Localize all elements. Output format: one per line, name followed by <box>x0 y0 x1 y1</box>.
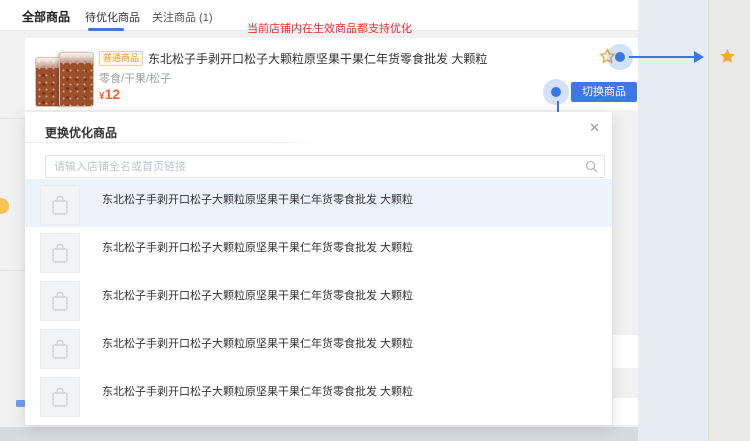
star-outline-icon[interactable] <box>599 48 616 70</box>
background-card-edge <box>613 335 638 368</box>
change-product-modal: 更换优化商品 ✕ 东北松子手剥开口松子大颗粒原坚果干果仁年货零食批发 大颗粒 东… <box>25 112 612 425</box>
product-thumbnail-placeholder <box>40 281 80 321</box>
background-bottom-card <box>0 427 638 441</box>
product-thumbnail-placeholder <box>40 329 80 369</box>
list-item[interactable]: 东北松子手剥开口松子大颗粒原坚果干果仁年货零食批发 大颗粒 <box>25 371 612 419</box>
list-item-title: 东北松子手剥开口松子大颗粒原坚果干果仁年货零食批发 大颗粒 <box>102 383 413 399</box>
red-annotation-text: 当前店铺内在生效商品都支持优化 <box>247 20 412 36</box>
list-item-title: 东北松子手剥开口松子大颗粒原坚果干果仁年货零食批发 大颗粒 <box>102 335 413 351</box>
tab-to-optimize[interactable]: 待优化商品 <box>85 9 140 25</box>
product-result-list: 东北松子手剥开口松子大颗粒原坚果干果仁年货零食批发 大颗粒 东北松子手剥开口松子… <box>25 179 612 419</box>
background-card-divider <box>0 270 25 271</box>
product-price: ¥12 <box>99 86 120 104</box>
product-thumbnail-placeholder <box>40 233 80 273</box>
list-item[interactable]: 东北松子手剥开口松子大颗粒原坚果干果仁年货零食批发 大颗粒 <box>25 275 612 323</box>
guide-arrow-right-icon <box>694 51 704 63</box>
list-item[interactable]: 东北松子手剥开口松子大颗粒原坚果干果仁年货零食批发 大颗粒 <box>25 227 612 275</box>
guide-dot-button <box>551 87 561 97</box>
product-title: 东北松子手剥开口松子大颗粒原坚果干果仁年货零食批发 大颗粒 <box>148 50 487 67</box>
search-icon[interactable] <box>585 160 598 178</box>
right-panel-blue <box>638 0 708 441</box>
product-card: 普通商品 东北松子手剥开口松子大颗粒原坚果干果仁年货零食批发 大颗粒 零食/干果… <box>25 38 638 110</box>
background-button-sliver <box>16 400 25 407</box>
product-type-badge: 普通商品 <box>99 51 143 66</box>
tab-all-products[interactable]: 全部商品 <box>22 8 70 25</box>
background-card-edge <box>613 398 638 425</box>
bag-icon <box>50 290 70 312</box>
product-image <box>35 50 95 107</box>
list-item[interactable]: 东北松子手剥开口松子大颗粒原坚果干果仁年货零食批发 大颗粒 <box>25 323 612 371</box>
list-item-title: 东北松子手剥开口松子大颗粒原坚果干果仁年货零食批发 大颗粒 <box>102 287 413 303</box>
pine-nut-bag-front <box>59 52 94 107</box>
guide-dot-star <box>615 52 625 62</box>
bag-icon <box>50 338 70 360</box>
background-yellow-dot <box>0 198 9 214</box>
bag-icon <box>50 194 70 216</box>
bag-icon <box>50 386 70 408</box>
search-input[interactable] <box>45 155 605 178</box>
background-card-divider <box>0 118 25 119</box>
modal-title: 更换优化商品 <box>45 124 117 141</box>
product-thumbnail-placeholder <box>40 185 80 225</box>
list-item-title: 东北松子手剥开口松子大颗粒原坚果干果仁年货零食批发 大颗粒 <box>102 239 413 255</box>
active-tab-underline <box>88 28 124 31</box>
product-category: 零食/干果/松子 <box>99 70 171 86</box>
list-item[interactable]: 东北松子手剥开口松子大颗粒原坚果干果仁年货零食批发 大颗粒 <box>25 179 612 227</box>
bag-icon <box>50 242 70 264</box>
list-item-title: 东北松子手剥开口松子大颗粒原坚果干果仁年货零食批发 大颗粒 <box>102 191 413 207</box>
star-filled-icon[interactable] <box>719 48 736 70</box>
tab-followed[interactable]: 关注商品 (1) <box>152 9 213 25</box>
switch-product-button[interactable]: 切换商品 <box>571 82 637 102</box>
product-thumbnail-placeholder <box>40 377 80 417</box>
close-icon[interactable]: ✕ <box>589 120 600 136</box>
guide-arrow-right-line <box>629 56 695 58</box>
price-value: 12 <box>105 86 121 102</box>
modal-divider <box>25 142 612 143</box>
